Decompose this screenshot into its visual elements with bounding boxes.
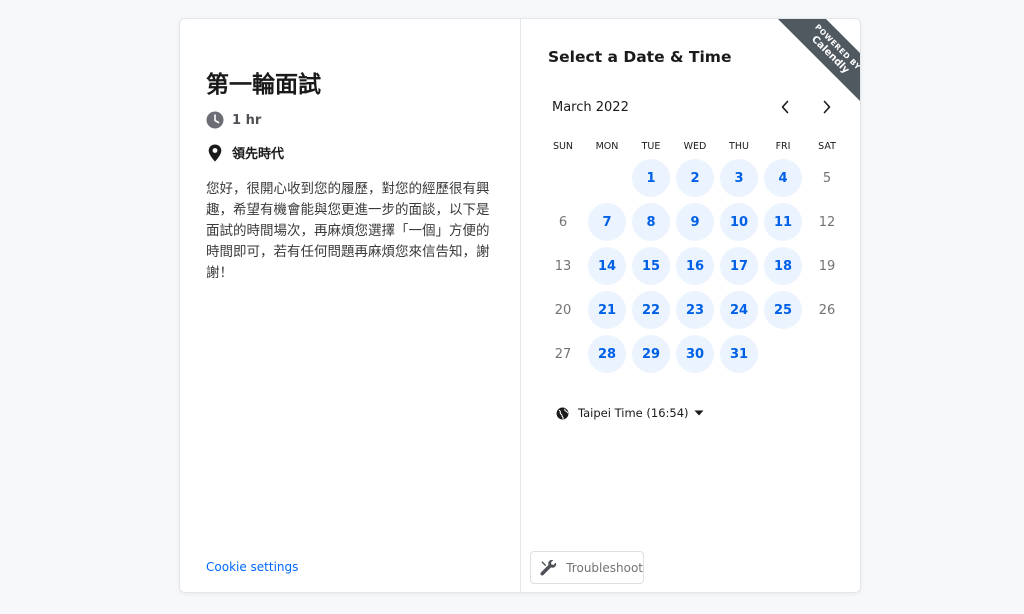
calendar-day-9[interactable]: 9 — [676, 203, 714, 241]
calendar-day-13: 13 — [554, 258, 572, 274]
event-details-panel: 第一輪面試 1 hr 領先時代 您好，很開心收到您的履歷，對您的經歷很有興趣，希… — [180, 19, 521, 592]
calendar-day-19: 19 — [818, 258, 836, 274]
clock-icon — [206, 111, 224, 129]
calendar-day-15[interactable]: 15 — [632, 247, 670, 285]
map-pin-icon — [206, 144, 224, 162]
calendar-day-21[interactable]: 21 — [588, 291, 626, 329]
calendar-day-22[interactable]: 22 — [632, 291, 670, 329]
scheduling-card: 第一輪面試 1 hr 領先時代 您好，很開心收到您的履歷，對您的經歷很有興趣，希… — [179, 18, 861, 593]
event-location: 領先時代 — [206, 143, 284, 162]
troubleshoot-button[interactable]: Troubleshoot — [530, 551, 644, 584]
location-label: 領先時代 — [232, 147, 285, 162]
calendar-day-18[interactable]: 18 — [764, 247, 802, 285]
timezone-label: Taipei Time (16:54) — [578, 406, 689, 420]
calendar-day-7[interactable]: 7 — [588, 203, 626, 241]
calendar-day-1[interactable]: 1 — [632, 159, 670, 197]
weekday-sat: SAT — [818, 141, 836, 152]
calendar-day-11[interactable]: 11 — [764, 203, 802, 241]
chevron-left-icon — [781, 100, 789, 114]
month-label: March 2022 — [552, 100, 629, 115]
calendar-day-14[interactable]: 14 — [588, 247, 626, 285]
calendar-day-6: 6 — [558, 214, 568, 230]
event-title: 第一輪面試 — [206, 72, 321, 98]
calendar-day-20: 20 — [554, 302, 572, 318]
weekday-sun: SUN — [552, 141, 574, 152]
calendar-day-24[interactable]: 24 — [720, 291, 758, 329]
weekday-header: SUN MON TUE WED THU FRI SAT — [541, 141, 841, 155]
globe-icon — [556, 407, 569, 419]
caret-down-icon — [694, 410, 704, 416]
next-month-button[interactable] — [815, 95, 839, 119]
event-duration: 1 hr — [206, 111, 261, 129]
cookie-settings-link[interactable]: Cookie settings — [206, 560, 298, 574]
date-picker-panel: Select a Date & Time POWERED BY Calendly… — [521, 19, 860, 592]
event-description: 您好，很開心收到您的履歷，對您的經歷很有興趣，希望有機會能與您更進一步的面談，以… — [206, 181, 490, 281]
calendar-day-10[interactable]: 10 — [720, 203, 758, 241]
calendar-day-27: 27 — [554, 346, 572, 362]
calendar-day-25[interactable]: 25 — [764, 291, 802, 329]
calendar-day-28[interactable]: 28 — [588, 335, 626, 373]
troubleshoot-label: Troubleshoot — [566, 560, 643, 575]
calendar-day-16[interactable]: 16 — [676, 247, 714, 285]
calendar-day-31[interactable]: 31 — [720, 335, 758, 373]
calendar-day-2[interactable]: 2 — [676, 159, 714, 197]
timezone-selector[interactable]: Taipei Time (16:54) — [556, 406, 704, 420]
weekday-wed: WED — [683, 141, 707, 152]
calendar-day-26: 26 — [818, 302, 836, 318]
calendar-day-29[interactable]: 29 — [632, 335, 670, 373]
weekday-tue: TUE — [641, 141, 661, 152]
weekday-mon: MON — [595, 141, 619, 152]
picker-title: Select a Date & Time — [548, 48, 732, 66]
wrench-icon — [540, 559, 557, 576]
calendar-day-3[interactable]: 3 — [720, 159, 758, 197]
previous-month-button[interactable] — [773, 95, 797, 119]
calendar-day-30[interactable]: 30 — [676, 335, 714, 373]
calendar-day-17[interactable]: 17 — [720, 247, 758, 285]
chevron-right-icon — [823, 100, 831, 114]
weekday-thu: THU — [729, 141, 749, 152]
calendar-day-23[interactable]: 23 — [676, 291, 714, 329]
calendar-day-12: 12 — [818, 214, 836, 230]
duration-label: 1 hr — [232, 112, 262, 128]
weekday-fri: FRI — [775, 141, 791, 152]
calendar-day-8[interactable]: 8 — [632, 203, 670, 241]
calendar-day-4[interactable]: 4 — [764, 159, 802, 197]
calendar-day-5: 5 — [822, 170, 832, 186]
